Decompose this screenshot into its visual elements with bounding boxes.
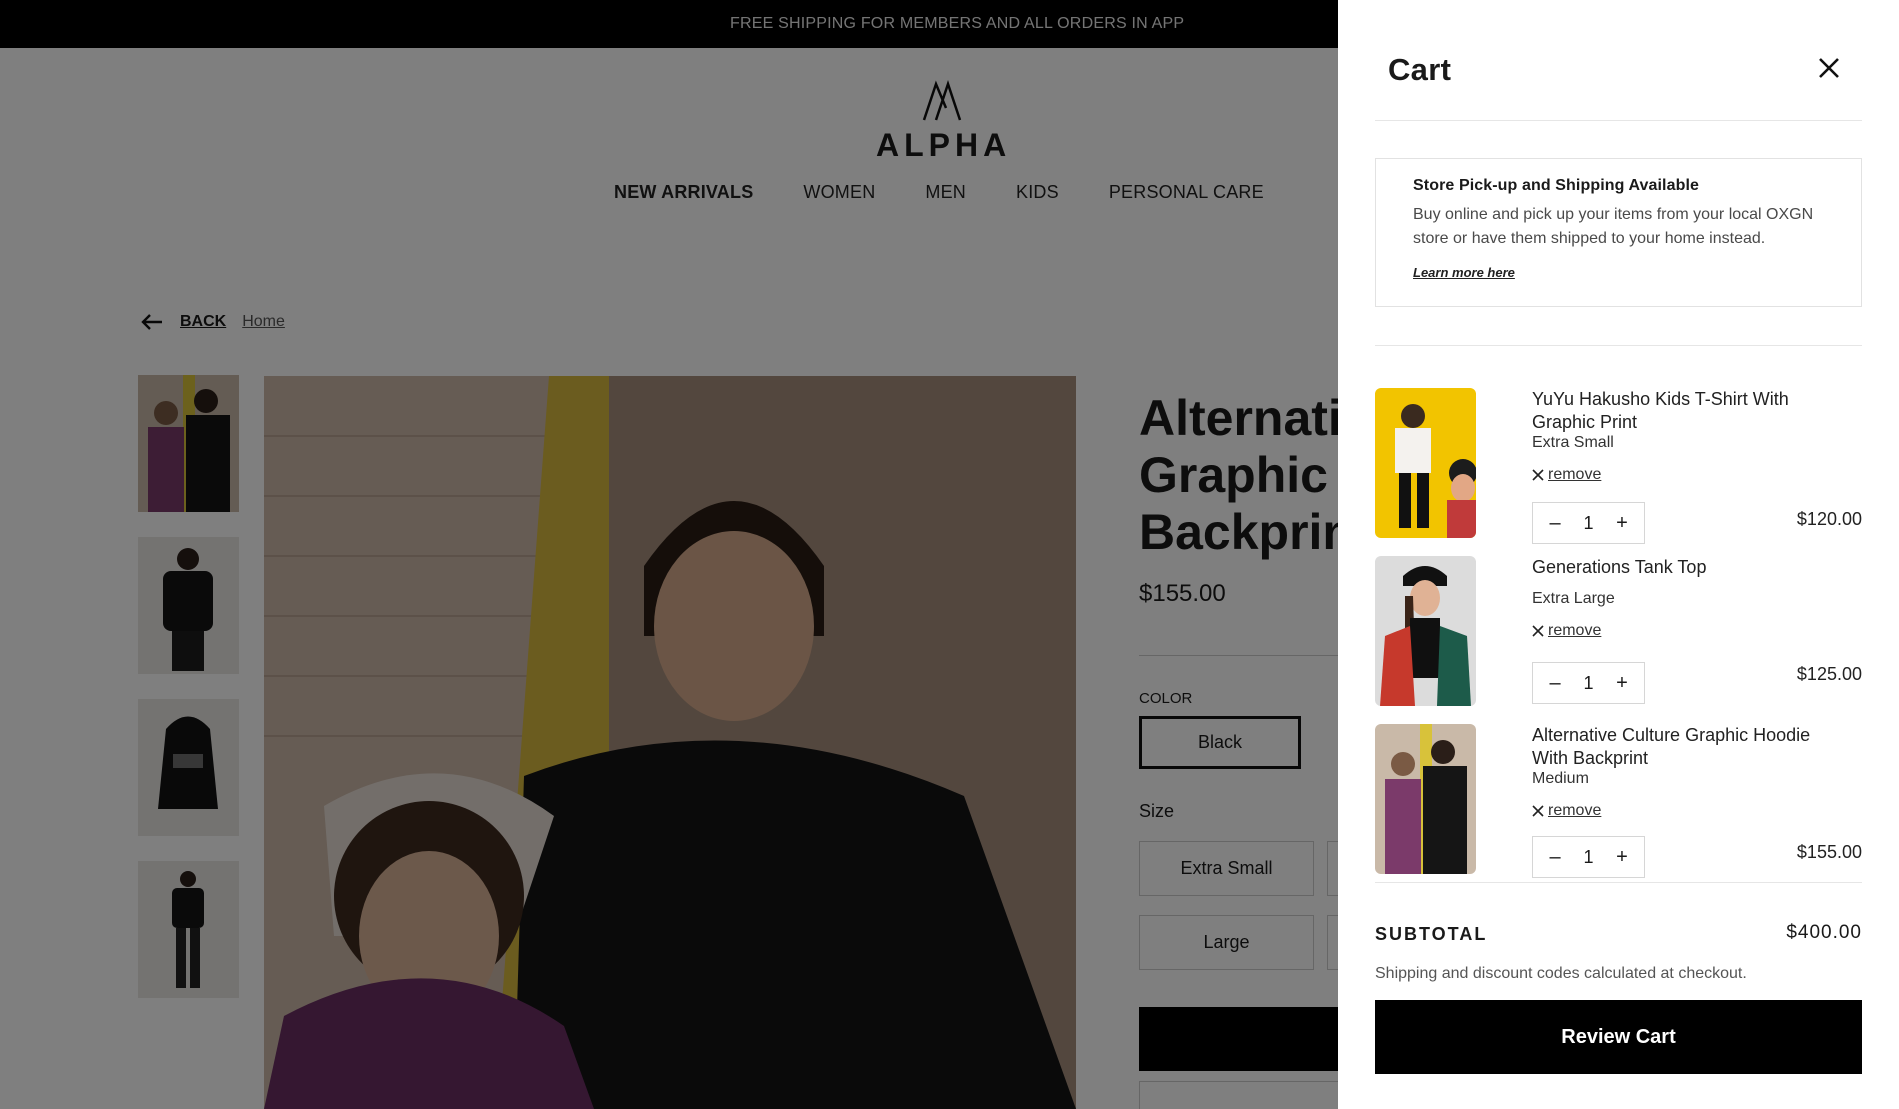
item-name[interactable]: Alternative Culture Graphic Hoodie With … xyxy=(1532,724,1832,770)
remove-button[interactable]: remove xyxy=(1532,622,1601,640)
minus-icon[interactable]: – xyxy=(1545,512,1565,535)
shipping-note: Shipping and discount codes calculated a… xyxy=(1375,965,1747,982)
quantity-value[interactable]: 1 xyxy=(1583,847,1593,868)
cart-drawer: Cart Store Pick-up and Shipping Availabl… xyxy=(1338,0,1899,1109)
quantity-stepper: – 1 + xyxy=(1532,836,1645,878)
cart-item: YuYu Hakusho Kids T-Shirt With Graphic P… xyxy=(1375,388,1862,544)
minus-icon[interactable]: – xyxy=(1545,846,1565,869)
product-photo-icon xyxy=(1375,724,1476,874)
product-photo-icon xyxy=(1375,556,1476,706)
item-name[interactable]: YuYu Hakusho Kids T-Shirt With Graphic P… xyxy=(1532,388,1832,434)
divider xyxy=(1375,345,1862,346)
quantity-value[interactable]: 1 xyxy=(1583,673,1593,694)
divider xyxy=(1375,120,1862,121)
remove-button[interactable]: remove xyxy=(1532,802,1601,820)
remove-label: remove xyxy=(1548,466,1602,483)
info-title: Store Pick-up and Shipping Available xyxy=(1413,177,1700,194)
item-variant: Extra Large xyxy=(1532,590,1615,607)
remove-label: remove xyxy=(1548,802,1602,819)
item-price: $155.00 xyxy=(1796,842,1862,862)
quantity-stepper: – 1 + xyxy=(1532,502,1645,544)
divider xyxy=(1375,882,1862,883)
plus-icon[interactable]: + xyxy=(1612,672,1632,695)
cart-title: Cart xyxy=(1388,52,1452,87)
remove-x-icon xyxy=(1532,625,1544,637)
cart-item: Alternative Culture Graphic Hoodie With … xyxy=(1375,724,1862,878)
plus-icon[interactable]: + xyxy=(1612,846,1632,869)
item-variant: Extra Small xyxy=(1532,434,1614,451)
product-photo-icon xyxy=(1375,388,1476,538)
quantity-stepper: – 1 + xyxy=(1532,662,1645,704)
info-body: Buy online and pick up your items from y… xyxy=(1413,206,1814,247)
review-cart-button[interactable]: Review Cart xyxy=(1375,1000,1862,1074)
store-pickup-info: Store Pick-up and Shipping Available Buy… xyxy=(1375,158,1862,307)
item-variant: Medium xyxy=(1532,770,1589,787)
item-image[interactable] xyxy=(1375,388,1476,538)
subtotal-label: SUBTOTAL xyxy=(1375,924,1488,944)
remove-button[interactable]: remove xyxy=(1532,466,1601,484)
remove-x-icon xyxy=(1532,805,1544,817)
remove-x-icon xyxy=(1532,469,1544,481)
cart-item: Generations Tank Top Extra Large remove … xyxy=(1375,556,1862,706)
item-price: $120.00 xyxy=(1796,509,1862,529)
item-name[interactable]: Generations Tank Top xyxy=(1532,556,1832,579)
learn-more-link[interactable]: Learn more here xyxy=(1413,265,1515,280)
minus-icon[interactable]: – xyxy=(1545,672,1565,695)
subtotal-value: $400.00 xyxy=(1786,922,1862,943)
plus-icon[interactable]: + xyxy=(1612,512,1632,535)
quantity-value[interactable]: 1 xyxy=(1583,513,1593,534)
item-price: $125.00 xyxy=(1796,664,1862,684)
remove-label: remove xyxy=(1548,622,1602,639)
close-icon[interactable] xyxy=(1816,55,1842,81)
item-image[interactable] xyxy=(1375,556,1476,706)
item-image[interactable] xyxy=(1375,724,1476,874)
modal-overlay[interactable] xyxy=(0,0,1338,1109)
